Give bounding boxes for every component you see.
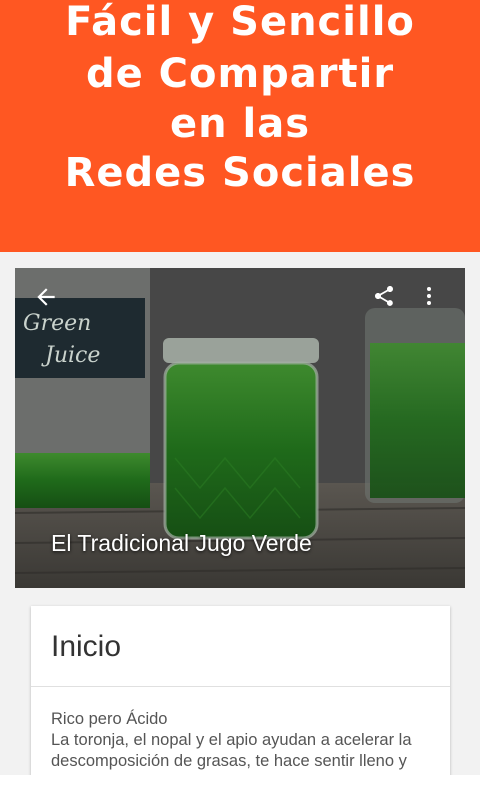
promo-line-4: Redes Sociales (64, 150, 416, 196)
hero-image: Green Juice El Tradicional Jugo Verde (15, 268, 465, 588)
card-divider (31, 686, 450, 687)
card-text: La toronja, el nopal y el apio ayudan a … (51, 731, 412, 770)
hero-title: El Tradicional Jugo Verde (51, 530, 312, 556)
promo-banner: Fácil y Sencillo de Compartir en las Red… (0, 0, 480, 252)
promo-line-2: de Compartir (85, 51, 395, 97)
content-card: Inicio Rico pero Ácido La toronja, el no… (31, 606, 450, 775)
share-icon[interactable] (372, 284, 408, 320)
card-subtitle: Rico pero Ácido (51, 710, 168, 728)
card-title: Inicio (51, 630, 122, 663)
arrow-left-icon[interactable] (33, 284, 69, 320)
promo-line-1: Fácil y Sencillo (65, 0, 415, 45)
app-screen: Green Juice El Tradicional Jugo Verde Ini… (0, 252, 480, 775)
promo-line-3: en las (169, 101, 311, 147)
jar-label-word: Juice (41, 343, 100, 368)
more-vert-icon[interactable] (417, 284, 453, 320)
bottom-strip (0, 775, 480, 800)
card-body: Rico pero Ácido La toronja, el nopal y e… (51, 709, 441, 772)
